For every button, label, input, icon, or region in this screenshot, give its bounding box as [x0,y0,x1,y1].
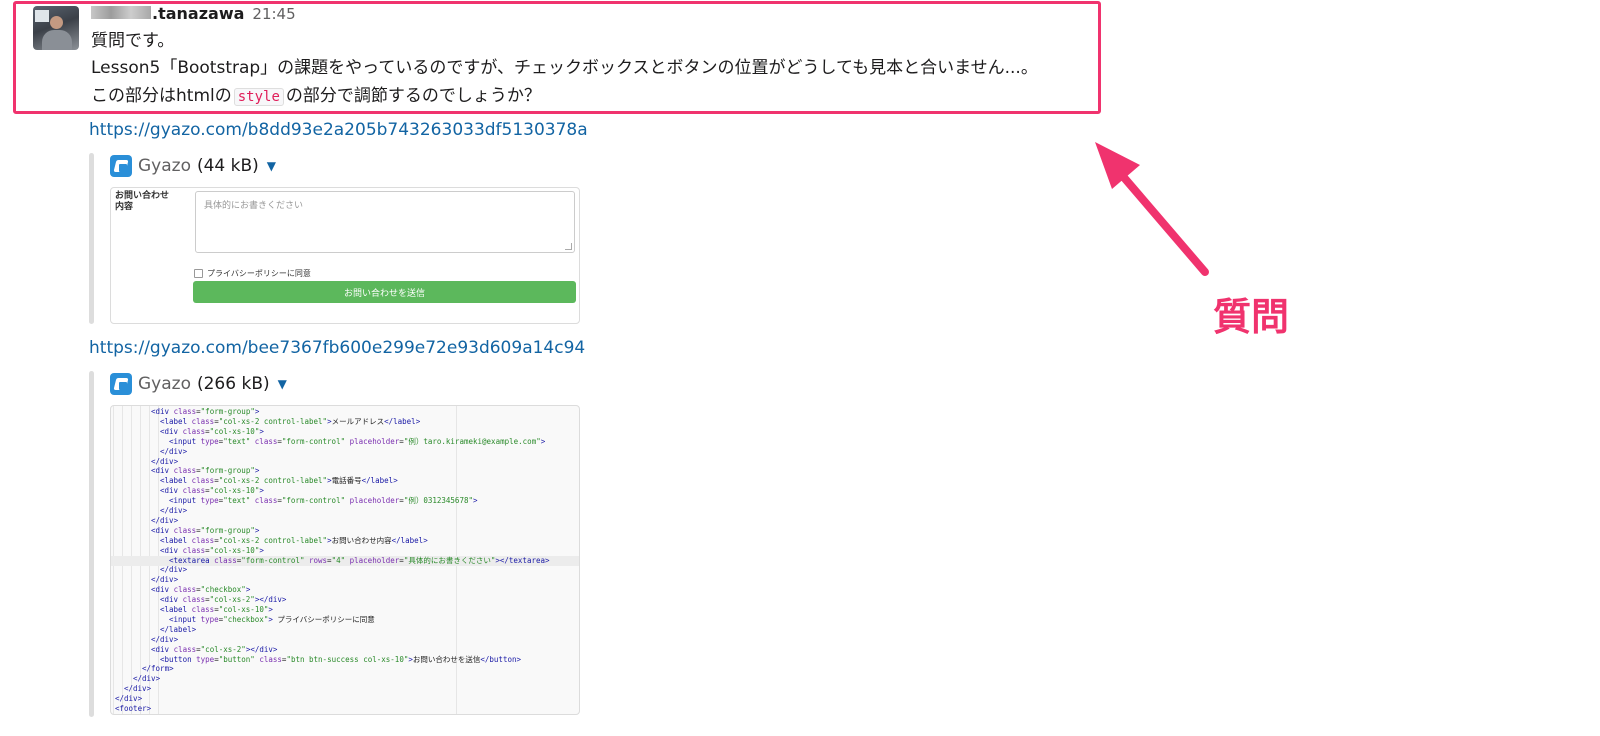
resize-grip-icon [565,243,572,250]
code-text: <div class="checkbox"> [151,585,251,595]
code-line: <label class="col-xs-10"> [111,605,579,615]
code-line: <div class="col-xs-10"> [111,427,579,437]
code-text: <div class="col-xs-10"> [160,545,264,555]
code-line: <label class="col-xs-2 control-label">メー… [111,417,579,427]
code-line: <div class="col-xs-2"></div> [111,595,579,605]
attachment-bar-1 [89,153,94,324]
code-text: </form> [142,664,174,674]
gyazo-link-1[interactable]: https://gyazo.com/b8dd93e2a205b743263033… [89,120,588,140]
code-text: </label> [160,624,197,634]
code-text: </div> [160,565,188,575]
code-line: <div class="checkbox"> [111,585,579,595]
code-text: <input type="text" class="form-control" … [169,436,546,446]
code-text: </div> [133,674,161,684]
code-line: </form> [111,664,579,674]
code-text: <div class="form-group"> [151,525,260,535]
code-line: <div class="col-xs-10"> [111,546,579,556]
code-line: </div> [111,516,579,526]
code-line: <input type="text" class="form-control" … [111,496,579,506]
code-text: <label class="col-xs-2 control-label">電話… [160,476,398,486]
code-line: </div> [111,506,579,516]
chevron-down-icon[interactable]: ▼ [267,159,276,173]
code-line: <label class="col-xs-2 control-label">お問… [111,536,579,546]
attachment-bar-2 [89,371,94,717]
code-text: </div> [151,634,179,644]
gyazo-logo-icon [110,373,132,395]
code-text: <div class="col-xs-2"></div> [151,644,278,654]
code-text: <textarea class="form-control" rows="4" … [169,555,550,565]
checkbox-label: プライバシーポリシーに同意 [207,269,311,278]
attachment-title-2: Gyazo (266 kB) ▼ [110,373,287,395]
code-text: <input type="checkbox"> プライバシーポリシーに同意 [169,614,375,624]
code-text: <input type="text" class="form-control" … [169,496,478,506]
gyazo-link-2[interactable]: https://gyazo.com/bee7367fb600e299e72e93… [89,338,585,358]
code-line: </div> [111,457,579,467]
form-label-inquiry: お問い合わせ内容 [115,191,170,212]
textarea-placeholder: 具体的にお書きください [204,201,304,211]
code-text: </div> [124,684,152,694]
code-text: <div class="form-group"> [151,407,260,416]
code-line: </div> [111,565,579,575]
code-line: <input type="text" class="form-control" … [111,437,579,447]
attachment-app-name: Gyazo [138,156,191,176]
code-line: <div class="form-group"> [111,526,579,536]
code-text: <div class="form-group"> [151,466,260,476]
question-highlight-box [13,1,1101,114]
code-text: </div> [151,515,179,525]
attachment-title-1: Gyazo (44 kB) ▼ [110,155,276,177]
code-text: <div class="col-xs-10"> [160,486,264,496]
code-line: </div> [111,447,579,457]
code-text: <div class="col-xs-2"></div> [160,595,287,605]
code-line: <input type="checkbox"> プライバシーポリシーに同意 [111,615,579,625]
annotation-label: 質問 [1213,295,1290,339]
annotation-arrow-icon [1095,142,1209,276]
code-line: <button type="button" class="btn btn-suc… [111,655,579,665]
code-text: </div> [151,456,179,466]
code-text: <label class="col-xs-2 control-label">メー… [160,416,421,426]
code-line: </div> [111,684,579,694]
code-text: <button type="button" class="btn btn-suc… [160,654,522,664]
attachment-app-name: Gyazo [138,374,191,394]
code-line: <footer> [111,704,579,714]
code-line: <div class="form-group"> [111,407,579,417]
chevron-down-icon[interactable]: ▼ [278,377,287,391]
code-text: </div> [115,694,143,704]
attachment-size: (266 kB) [196,374,270,394]
code-line: </div> [111,575,579,585]
code-line: <div class="form-group"> [111,466,579,476]
checkbox-icon [194,269,203,278]
code-line: </div> [111,674,579,684]
code-text: </div> [151,575,179,585]
code-line: </label> [111,625,579,635]
code-text: </div> [160,506,188,515]
form-checkbox-row: プライバシーポリシーに同意 [194,268,311,279]
code-line: <textarea class="form-control" rows="4" … [111,555,579,566]
code-line: </div> [111,635,579,645]
code-text: </div> [160,446,188,456]
code-text: <label class="col-xs-10"> [160,605,273,614]
form-textarea: 具体的にお書きください [195,191,575,253]
attachment-size: (44 kB) [196,156,259,176]
code-line: <div class="col-xs-10"> [111,486,579,496]
code-text: <div class="col-xs-10"> [160,426,264,436]
gyazo-logo-icon [110,155,132,177]
attachment-preview-2[interactable]: <div class="form-group"> <label class="co… [110,405,580,715]
code-line: <div class="col-xs-2"></div> [111,645,579,655]
code-text: <footer> [115,704,152,713]
form-submit-button: お問い合わせを送信 [193,281,576,303]
code-line: </div> [111,694,579,704]
code-text: <label class="col-xs-2 control-label">お問… [160,535,428,545]
attachment-preview-1[interactable]: お問い合わせ内容 具体的にお書きください プライバシーポリシーに同意 お問い合わ… [110,187,580,324]
code-line: <label class="col-xs-2 control-label">電話… [111,476,579,486]
